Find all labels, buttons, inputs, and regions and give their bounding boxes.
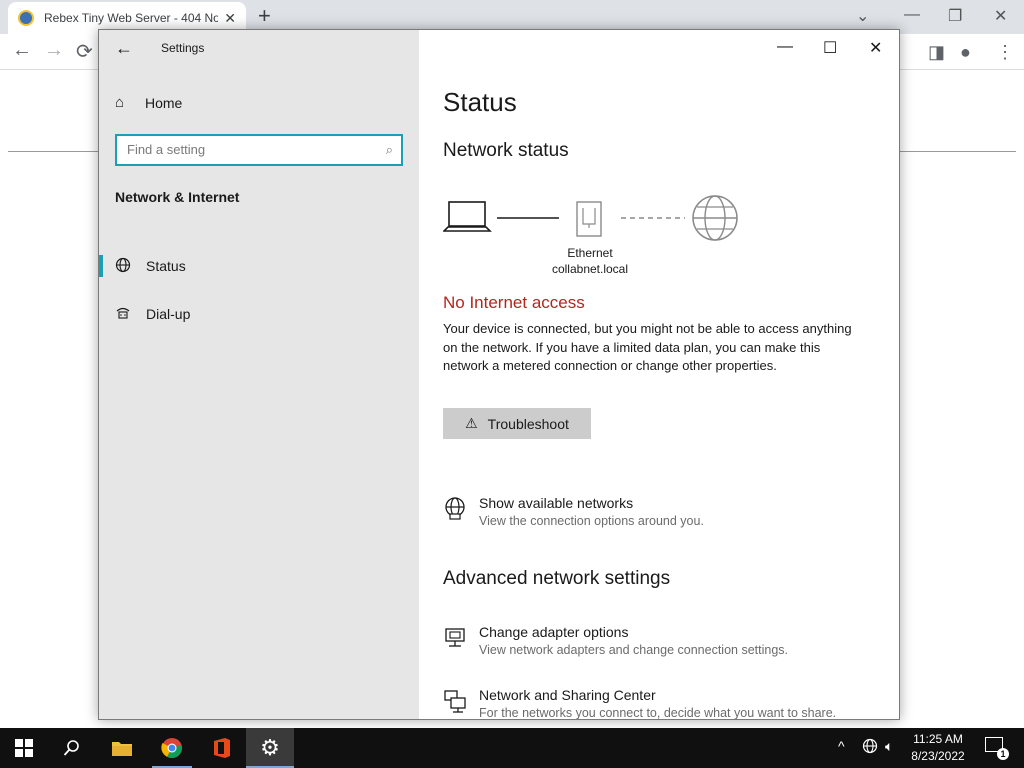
change-adapter-options-link[interactable]: Change adapter options View network adap… xyxy=(443,624,883,664)
taskbar: ⚙ ^ 🔈︎ 11:25 AM 8/23/2022 1 xyxy=(0,728,1024,768)
close-button[interactable]: ✕ xyxy=(869,38,882,58)
sharing-center-subtitle: For the networks you connect to, decide … xyxy=(479,706,837,720)
warning-icon: ⚠ xyxy=(465,415,478,431)
settings-app-title: Settings xyxy=(161,41,205,55)
laptop-icon xyxy=(443,201,492,232)
browser-menu-icon[interactable]: ⋮ xyxy=(996,42,1014,63)
notification-count-badge: 1 xyxy=(997,748,1009,760)
minimize-button[interactable]: — xyxy=(777,38,793,56)
start-button[interactable] xyxy=(0,728,48,768)
maximize-button[interactable]: ☐ xyxy=(823,38,837,58)
browser-restore-icon[interactable]: ❐ xyxy=(948,6,962,26)
sidebar-item-status[interactable]: Status xyxy=(99,249,419,283)
advanced-settings-heading: Advanced network settings xyxy=(443,568,671,589)
sidebar-item-home[interactable]: ⌂ Home xyxy=(115,94,182,111)
adapter-name-label: Ethernet xyxy=(567,246,613,260)
browser-tab-title: Rebex Tiny Web Server - 404 Not Found xyxy=(44,11,218,25)
side-panel-icon[interactable]: ◨ xyxy=(928,42,945,63)
windows-logo-icon xyxy=(15,739,33,757)
network-status-heading: Network status xyxy=(443,140,569,161)
show-networks-title: Show available networks xyxy=(479,495,634,511)
sidebar-item-dialup[interactable]: Dial-up xyxy=(99,297,419,331)
sharing-center-icon xyxy=(443,689,467,713)
connection-description: Your device is connected, but you might … xyxy=(443,321,852,373)
home-label: Home xyxy=(145,94,183,111)
show-available-networks-link[interactable]: Show available networks View the connect… xyxy=(443,495,883,535)
change-adapter-subtitle: View network adapters and change connect… xyxy=(479,643,788,657)
adapter-icon xyxy=(443,626,467,650)
browser-back-icon[interactable]: ← xyxy=(12,39,32,62)
show-hidden-icons-chevron[interactable]: ^ xyxy=(838,738,845,754)
office-taskbar-button[interactable] xyxy=(198,728,246,768)
selection-indicator xyxy=(99,255,103,277)
network-globe-icon xyxy=(443,497,467,521)
taskbar-clock[interactable]: 11:25 AM 8/23/2022 xyxy=(906,731,970,765)
sharing-center-title: Network and Sharing Center xyxy=(479,687,656,703)
settings-sidebar: ← Settings ⌂ Home Find a setting ⌕ Netwo… xyxy=(99,30,419,719)
settings-main-panel: — ☐ ✕ Status Network status Ethernet col… xyxy=(419,30,899,719)
taskbar-search-button[interactable] xyxy=(48,728,96,768)
troubleshoot-button[interactable]: ⚠ Troubleshoot xyxy=(443,408,591,439)
show-networks-subtitle: View the connection options around you. xyxy=(479,514,704,528)
troubleshoot-label: Troubleshoot xyxy=(487,415,569,432)
folder-icon xyxy=(112,742,132,756)
browser-forward-icon[interactable]: → xyxy=(44,39,64,62)
site-favicon-icon xyxy=(18,10,34,26)
dialup-icon xyxy=(115,305,131,325)
connection-state-text: No Internet access xyxy=(443,293,585,312)
globe-icon xyxy=(115,257,131,277)
network-diagram: Ethernet collabnet.local xyxy=(443,194,743,284)
sidebar-item-label: Dial-up xyxy=(146,306,191,322)
sidebar-item-label: Status xyxy=(146,258,186,274)
file-explorer-button[interactable] xyxy=(98,728,146,768)
chrome-icon xyxy=(161,738,182,759)
ethernet-icon xyxy=(576,201,602,237)
change-adapter-title: Change adapter options xyxy=(479,624,629,640)
browser-minimize-icon[interactable]: — xyxy=(904,6,920,24)
search-icon: ⌕ xyxy=(385,142,393,157)
settings-window: ← Settings ⌂ Home Find a setting ⌕ Netwo… xyxy=(98,29,900,720)
new-tab-button[interactable]: + xyxy=(258,4,271,28)
browser-reload-icon[interactable]: ⟳ xyxy=(76,39,93,64)
network-sharing-center-link[interactable]: Network and Sharing Center For the netwo… xyxy=(443,687,883,720)
clock-date: 8/23/2022 xyxy=(911,749,965,763)
find-setting-input[interactable]: Find a setting ⌕ xyxy=(115,134,403,166)
settings-taskbar-button[interactable]: ⚙ xyxy=(246,728,294,768)
internet-globe-icon xyxy=(692,195,738,241)
search-placeholder: Find a setting xyxy=(127,142,206,157)
home-icon: ⌂ xyxy=(115,94,125,111)
office-icon xyxy=(214,738,230,758)
tab-search-icon[interactable]: ⌄ xyxy=(856,6,869,26)
browser-close-icon[interactable]: ✕ xyxy=(994,6,1007,26)
chrome-taskbar-button[interactable] xyxy=(148,728,196,768)
page-title: Status xyxy=(443,87,517,117)
volume-tray-icon[interactable]: 🔈︎ xyxy=(885,738,893,755)
sidebar-section-heading: Network & Internet xyxy=(115,189,240,205)
clock-time: 11:25 AM xyxy=(913,732,963,746)
tab-close-icon[interactable]: ✕ xyxy=(224,10,236,27)
gear-icon: ⚙ xyxy=(260,735,280,760)
settings-back-button[interactable]: ← xyxy=(115,38,133,59)
network-name-label: collabnet.local xyxy=(551,262,629,276)
profile-avatar-icon[interactable]: ● xyxy=(960,42,971,63)
search-icon xyxy=(63,740,79,756)
network-tray-icon[interactable] xyxy=(862,738,878,757)
